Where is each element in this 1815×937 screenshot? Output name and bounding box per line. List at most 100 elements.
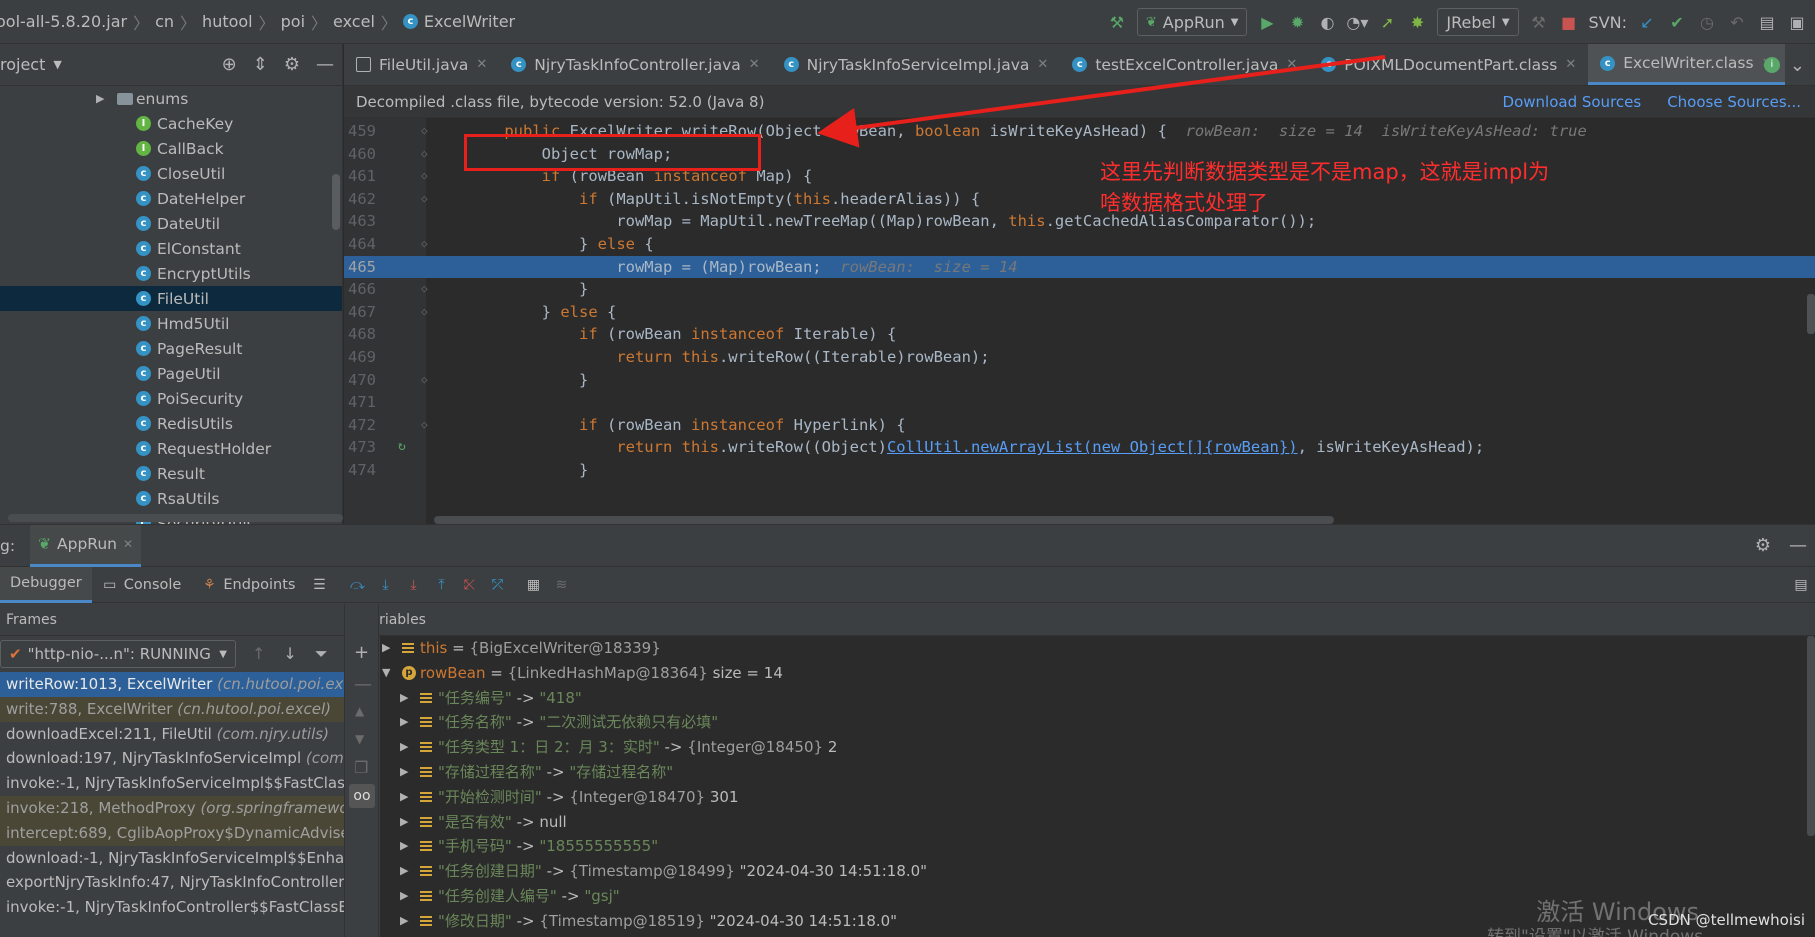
fold-marker-icon[interactable]: ◇ [421,414,428,437]
tree-item[interactable]: c RequestHolder [0,436,342,461]
filter-icon[interactable]: ⏷ [315,644,328,664]
gear-icon[interactable]: ⚙ [284,54,300,75]
evaluate-icon[interactable]: ▦ [525,577,541,593]
move-down-icon[interactable]: ▼ [355,732,364,746]
fold-marker-icon[interactable]: ◇ [421,120,428,143]
tree-item[interactable]: c RsaUtils [0,486,342,511]
stack-frame[interactable]: write:788, ExcelWriter (cn.hutool.poi.ex… [0,696,344,722]
coverage-icon[interactable]: ◐ [1317,12,1337,32]
fold-marker-icon[interactable]: ◇ [421,301,428,324]
tree-item[interactable]: c FileUtil [0,286,342,311]
fold-marker-icon[interactable]: ◇ [421,165,428,188]
variable-row[interactable]: ▶ "任务类型 1：日 2：月 3：实时" -> {Integer@18450} … [380,735,1815,760]
code-line[interactable]: 462 if (MapUtil.isNotEmpty(this.headerAl… [344,188,1815,211]
expand-arrow-icon[interactable]: ▶ [400,909,408,934]
expand-arrow-icon[interactable]: ▶ [400,760,408,785]
project-structure-icon[interactable]: ▤ [1757,12,1777,32]
code-line[interactable]: 472 if (rowBean instanceof Hyperlink) {◇ [344,414,1815,437]
jrebel-debug-icon[interactable]: ✸ [1407,12,1427,32]
history-icon[interactable]: ◷ [1697,12,1717,32]
stack-frame[interactable]: exportNjryTaskInfo:47, NjryTaskInfoContr… [0,870,344,895]
code-line[interactable]: 463 rowMap = MapUtil.newTreeMap((Map)row… [344,210,1815,233]
trace-icon[interactable]: ≋ [553,577,569,593]
variable-row[interactable]: ▶ "任务名称" -> "二次测试无依赖只有必填" [380,710,1815,735]
editor-tab[interactable]: c testExcelController.java ✕ [1060,44,1309,85]
breadcrumb-jar[interactable]: ool-all-5.8.20.jar [0,12,127,31]
minimize-icon[interactable]: — [316,54,334,75]
tree-item[interactable]: c PoiSecurity [0,386,342,411]
layout-icon[interactable]: ▤ [1793,577,1809,593]
code-line[interactable]: 474 } [344,459,1815,482]
code-line[interactable]: 468 if (rowBean instanceof Iterable) { [344,323,1815,346]
code-line[interactable]: 471 [344,391,1815,414]
code-line[interactable]: 465 rowMap = (Map)rowBean; rowBean: size… [344,255,1815,279]
editor-tab[interactable]: cExcelWriter.class✕ [1588,44,1785,85]
run-to-cursor-icon[interactable]: ⤱ [489,577,505,593]
rollback-icon[interactable]: ↶ [1727,12,1747,32]
stack-frame[interactable]: downloadExcel:211, FileUtil (com.njry.ut… [0,722,344,747]
code-line[interactable]: 470 } ◇ [344,369,1815,392]
tree-item[interactable]: ▶ enums [0,86,342,111]
close-icon[interactable]: ✕ [749,57,760,72]
jrebel-select[interactable]: JRebel ▼ [1437,8,1519,36]
remove-icon[interactable]: — [354,674,372,695]
breadcrumb-excel[interactable]: excel [333,12,375,31]
fold-marker-icon[interactable]: ◇ [421,233,428,256]
tree-item[interactable]: c PageResult [0,336,342,361]
tree-item[interactable]: c Hmd5Util [0,311,342,336]
expanded-arrow-icon[interactable]: ▼ [382,661,390,686]
stack-frame[interactable]: writeRow:1013, ExcelWriter (cn.hutool.po… [0,672,344,697]
variable-row[interactable]: ▶ this = {BigExcelWriter@18339} [380,636,1815,661]
scrollbar[interactable] [332,174,340,230]
stop-icon[interactable]: ■ [1559,12,1579,32]
tree-item[interactable]: c ElConstant [0,236,342,261]
gear-icon[interactable]: ⚙ [1755,535,1771,556]
choose-sources-link[interactable]: Choose Sources... [1667,93,1801,111]
fold-marker-icon[interactable]: ◇ [421,188,428,211]
breadcrumb-excelwriter[interactable]: ExcelWriter [424,12,515,31]
close-icon[interactable]: ✕ [476,57,487,72]
expand-arrow-icon[interactable]: ▶ [400,686,408,711]
run-icon[interactable]: ▶ [1257,12,1277,32]
step-out-icon[interactable]: ⤒ [433,577,449,593]
variable-row[interactable]: ▶ "手机号码" -> "18555555555" [380,834,1815,859]
breadcrumb-poi[interactable]: poi [281,12,305,31]
profile-icon[interactable]: ◔▾ [1346,12,1368,32]
variable-row[interactable]: ▶ "是否有效" -> null [380,810,1815,835]
stack-frame[interactable]: intercept:689, CglibAopProxy$DynamicAdvi… [0,820,344,846]
tree-item[interactable]: I CallBack [0,136,342,161]
scrollbar[interactable] [1807,294,1815,334]
refresh-gutter-icon[interactable]: ↻ [398,436,406,459]
horizontal-scrollbar[interactable] [434,516,1334,524]
stack-frame[interactable]: invoke:218, MethodProxy (org.springframe… [0,795,344,821]
close-icon[interactable]: ✕ [123,537,133,551]
force-step-into-icon[interactable]: ⤓ [405,577,421,593]
move-up-icon[interactable]: ▲ [355,704,364,718]
chevron-down-icon[interactable]: ▼ [53,58,61,71]
expand-arrow-icon[interactable]: ▶ [96,92,104,105]
tree-item[interactable]: c EncryptUtils [0,261,342,286]
scrollbar[interactable] [1807,636,1815,836]
variable-row[interactable]: ▼ p rowBean = {LinkedHashMap@18364} size =… [380,661,1815,686]
apprun-tab[interactable]: ❦ AppRun ✕ [30,524,142,567]
svn-update-icon[interactable]: ↙ [1637,12,1657,32]
arrow-up-icon[interactable]: ↑ [252,644,265,664]
tree-item[interactable]: c CloseUtil [0,161,342,186]
code-area[interactable]: 459 public ExcelWriter writeRow(Object r… [344,118,1815,524]
arrow-down-icon[interactable]: ↓ [283,644,296,664]
tree-item[interactable]: c DateUtil [0,211,342,236]
code-line[interactable]: 473 return this.writeRow((Object)CollUti… [344,436,1815,459]
fold-marker-icon[interactable]: ◇ [421,143,428,166]
tab-console[interactable]: ▭ Console [92,567,192,603]
expand-arrow-icon[interactable]: ▶ [382,636,390,661]
editor-tab[interactable]: c POIXMLDocumentPart.class ✕ [1309,44,1588,85]
variable-row[interactable]: ▶ "开始检测时间" -> {Integer@18470} 301 [380,785,1815,810]
tree-item[interactable]: c RedisUtils [0,411,342,436]
tree-item[interactable]: c Result [0,461,342,486]
debug-bug-icon[interactable]: ✹ [1287,12,1307,32]
window-icon[interactable]: ▣ [1787,12,1807,32]
stack-frame[interactable]: download:197, NjryTaskInfoServiceImpl (c… [0,746,344,771]
expand-arrow-icon[interactable]: ▶ [400,785,408,810]
expand-arrow-icon[interactable]: ▶ [400,834,408,859]
copy-icon[interactable]: ❐ [354,758,368,777]
